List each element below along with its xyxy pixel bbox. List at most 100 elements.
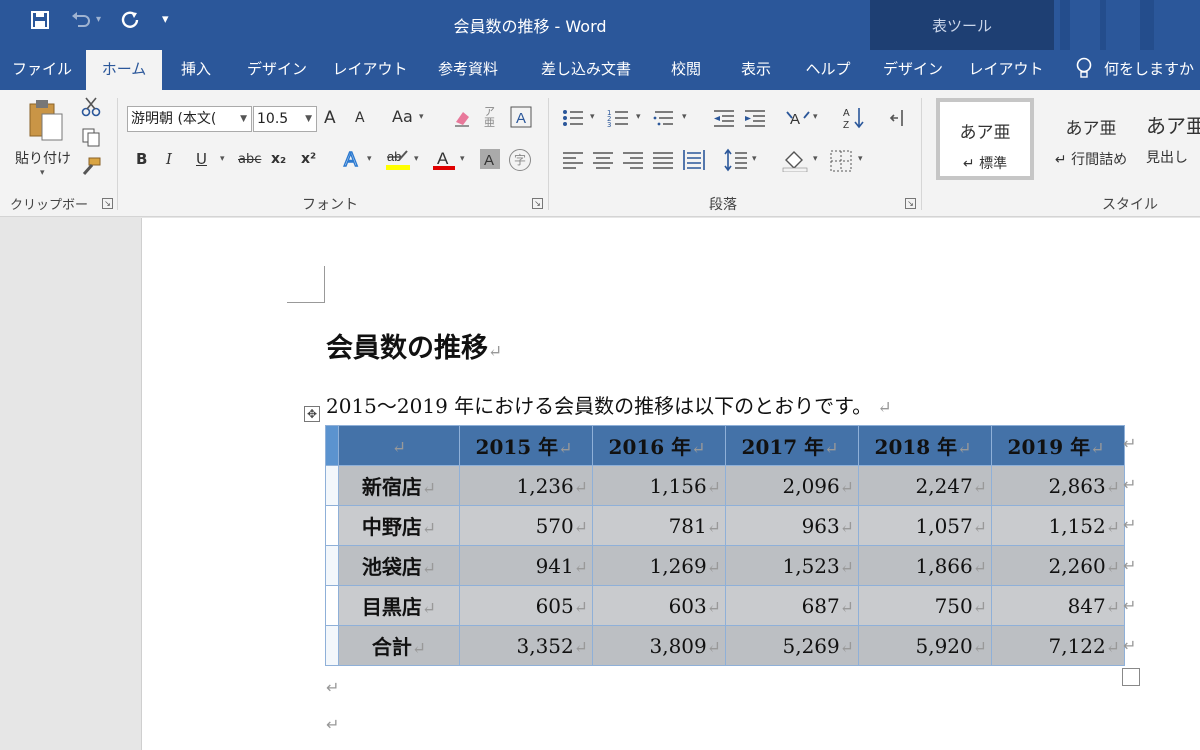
value-cell[interactable]: 963↵ xyxy=(725,505,859,546)
show-marks-icon[interactable] xyxy=(888,108,906,132)
header-cell[interactable]: 2015 年↵ xyxy=(459,425,593,466)
tab-view[interactable]: 表示 xyxy=(730,50,782,90)
row-label-cell[interactable]: 新宿店↵ xyxy=(338,465,460,506)
row-selector[interactable] xyxy=(325,505,339,546)
membership-table[interactable]: ↵ 2015 年↵ 2016 年↵ 2017 年↵ 2018 年↵ 2019 年… xyxy=(325,425,1125,666)
sort-icon[interactable]: AZ xyxy=(842,106,866,134)
tab-design[interactable]: デザイン xyxy=(240,50,314,90)
bold-button[interactable]: B xyxy=(136,150,147,168)
row-selector[interactable] xyxy=(325,625,339,666)
value-cell[interactable]: 1,152↵ xyxy=(991,505,1125,546)
subscript-button[interactable]: x₂ xyxy=(271,151,286,167)
row-label-cell[interactable]: 目黒店↵ xyxy=(338,585,460,626)
tab-mailings[interactable]: 差し込み文書 xyxy=(530,50,642,90)
grow-font-button[interactable]: A xyxy=(324,108,336,128)
row-label-cell[interactable]: 合計↵ xyxy=(338,625,460,666)
document-paragraph[interactable]: 2015～2019 年における会員数の推移は以下のとおりです。 ↵ xyxy=(326,390,892,419)
chevron-down-icon[interactable]: ▾ xyxy=(682,112,687,122)
character-border-icon[interactable]: A xyxy=(510,106,532,132)
increase-indent-icon[interactable] xyxy=(743,108,767,132)
value-cell[interactable]: 3,352↵ xyxy=(459,625,593,666)
style-normal[interactable]: あア亜 ↵ 標準 xyxy=(936,98,1034,180)
chevron-down-icon[interactable]: ▾ xyxy=(858,154,863,164)
paste-button-label[interactable]: 貼り付け xyxy=(12,148,74,168)
value-cell[interactable]: 781↵ xyxy=(592,505,726,546)
text-effects-icon[interactable]: A xyxy=(341,148,363,174)
value-cell[interactable]: 2,863↵ xyxy=(991,465,1125,506)
clear-formatting-icon[interactable] xyxy=(452,108,472,132)
tab-review[interactable]: 校閲 xyxy=(660,50,712,90)
underline-button[interactable]: U xyxy=(196,150,207,168)
row-selector[interactable] xyxy=(325,425,339,466)
line-spacing-icon[interactable] xyxy=(724,148,748,176)
table-resize-handle-icon[interactable] xyxy=(1122,668,1140,686)
strikethrough-button[interactable]: abc xyxy=(238,152,261,167)
chevron-down-icon[interactable]: ▾ xyxy=(813,112,818,122)
highlight-icon[interactable]: ab xyxy=(385,148,411,176)
value-cell[interactable]: 687↵ xyxy=(725,585,859,626)
table-move-handle-icon[interactable]: ✥ xyxy=(304,406,320,422)
tab-insert[interactable]: 挿入 xyxy=(170,50,222,90)
header-cell[interactable]: ↵ xyxy=(338,425,460,466)
numbering-icon[interactable]: 123 xyxy=(607,108,629,132)
header-cell[interactable]: 2019 年↵ xyxy=(991,425,1125,466)
row-selector[interactable] xyxy=(325,585,339,626)
value-cell[interactable]: 5,920↵ xyxy=(858,625,992,666)
tab-table-layout[interactable]: レイアウト xyxy=(966,50,1046,90)
value-cell[interactable]: 1,236↵ xyxy=(459,465,593,506)
tab-references[interactable]: 参考資料 xyxy=(428,50,508,90)
lightbulb-icon[interactable] xyxy=(1074,56,1094,82)
bullets-icon[interactable] xyxy=(562,108,584,132)
row-label-cell[interactable]: 中野店↵ xyxy=(338,505,460,546)
value-cell[interactable]: 750↵ xyxy=(858,585,992,626)
paragraph-mark-icon[interactable]: ↵ xyxy=(326,678,339,697)
value-cell[interactable]: 570↵ xyxy=(459,505,593,546)
superscript-button[interactable]: x² xyxy=(301,151,316,167)
header-cell[interactable]: 2017 年↵ xyxy=(725,425,859,466)
header-cell[interactable]: 2018 年↵ xyxy=(858,425,992,466)
row-selector[interactable] xyxy=(325,545,339,586)
tab-layout[interactable]: レイアウト xyxy=(330,50,410,90)
align-right-icon[interactable] xyxy=(622,150,644,174)
chevron-down-icon[interactable]: ▾ xyxy=(590,112,595,122)
distributed-icon[interactable] xyxy=(682,148,706,176)
tab-home[interactable]: ホーム xyxy=(86,50,162,90)
value-cell[interactable]: 847↵ xyxy=(991,585,1125,626)
phonetic-guide-icon[interactable]: ア亜 xyxy=(484,106,495,128)
chevron-down-icon[interactable]: ▾ xyxy=(813,154,818,164)
value-cell[interactable]: 2,247↵ xyxy=(858,465,992,506)
style-no-spacing[interactable]: あア亜 ↵ 行間詰め xyxy=(1042,98,1140,180)
format-painter-icon[interactable] xyxy=(80,156,102,182)
value-cell[interactable]: 2,260↵ xyxy=(991,545,1125,586)
font-size-combo[interactable]: 10.5 ▼ xyxy=(253,106,317,132)
enclose-characters-button[interactable]: 字 xyxy=(509,149,531,171)
character-shading-icon[interactable]: A xyxy=(480,149,500,173)
chevron-down-icon[interactable]: ▾ xyxy=(414,154,419,164)
clipboard-dialog-launcher-icon[interactable]: ↘ xyxy=(102,198,113,209)
value-cell[interactable]: 1,156↵ xyxy=(592,465,726,506)
value-cell[interactable]: 603↵ xyxy=(592,585,726,626)
value-cell[interactable]: 1,057↵ xyxy=(858,505,992,546)
chevron-down-icon[interactable]: ▾ xyxy=(419,112,424,122)
value-cell[interactable]: 1,523↵ xyxy=(725,545,859,586)
font-dialog-launcher-icon[interactable]: ↘ xyxy=(532,198,543,209)
font-name-combo[interactable]: 游明朝 (本文( ▼ xyxy=(127,106,252,132)
change-case-button[interactable]: Aa xyxy=(392,107,413,126)
paste-dropdown-icon[interactable]: ▾ xyxy=(40,168,45,178)
chevron-down-icon[interactable]: ▾ xyxy=(460,154,465,164)
chevron-down-icon[interactable]: ▾ xyxy=(367,154,372,164)
tab-table-design[interactable]: デザイン xyxy=(876,50,950,90)
value-cell[interactable]: 3,809↵ xyxy=(592,625,726,666)
row-selector[interactable] xyxy=(325,465,339,506)
copy-icon[interactable] xyxy=(80,126,102,152)
document-heading[interactable]: 会員数の推移↵ xyxy=(326,326,502,365)
text-direction-icon[interactable]: A xyxy=(786,108,810,132)
value-cell[interactable]: 605↵ xyxy=(459,585,593,626)
value-cell[interactable]: 2,096↵ xyxy=(725,465,859,506)
align-left-icon[interactable] xyxy=(562,150,584,174)
shading-icon[interactable] xyxy=(782,148,808,176)
font-color-icon[interactable]: A xyxy=(432,148,456,176)
borders-icon[interactable] xyxy=(830,150,852,176)
align-center-icon[interactable] xyxy=(592,150,614,174)
tab-file[interactable]: ファイル xyxy=(8,50,76,90)
